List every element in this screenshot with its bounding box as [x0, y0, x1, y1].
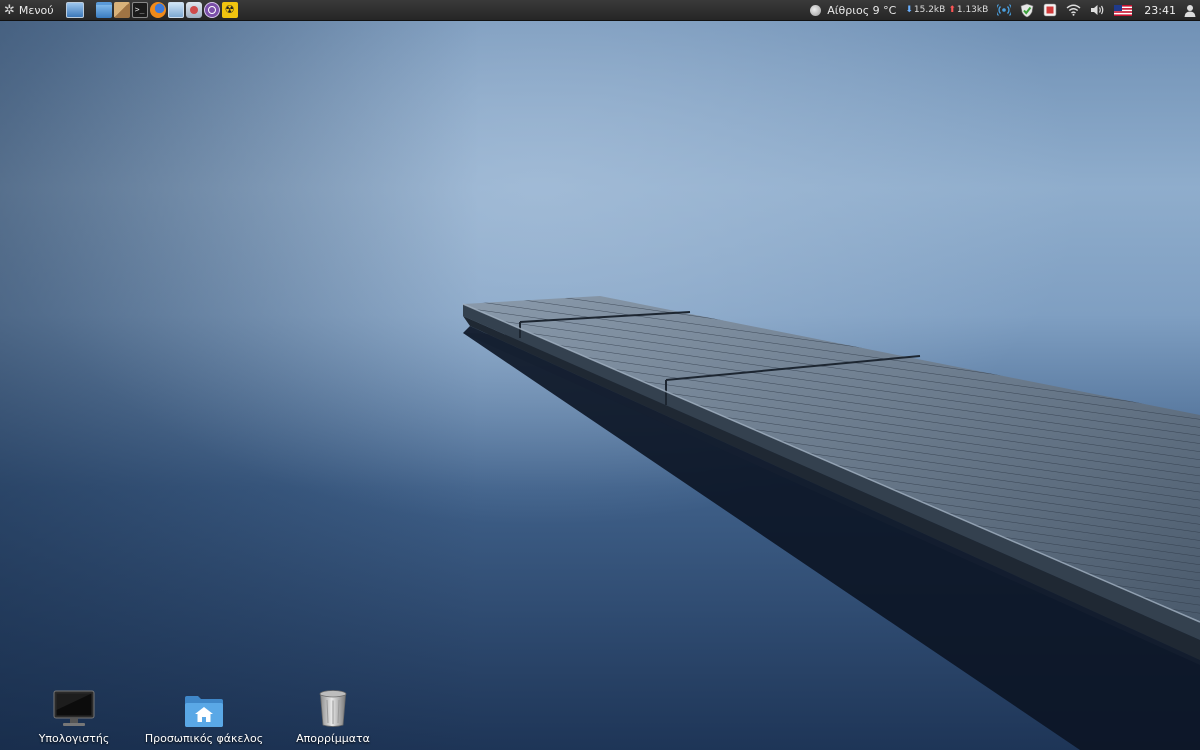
trash-icon: [318, 688, 348, 728]
archive-manager-icon[interactable]: [113, 2, 130, 18]
firefox-icon[interactable]: [149, 2, 166, 18]
update-manager-icon[interactable]: [1043, 0, 1057, 21]
desktop-icon-label: Απορρίμματα: [296, 732, 370, 745]
panel-right-section: Αίθριος 9 °C ⬇ 15.2kB ⬆ 1.13kB 23:41: [801, 0, 1200, 21]
desktop-icon-computer[interactable]: Υπολογιστής: [34, 688, 114, 745]
screenshot-icon[interactable]: [185, 2, 202, 18]
user-icon[interactable]: [1184, 0, 1196, 21]
main-menu-button[interactable]: ✲ Μενού: [0, 0, 60, 21]
file-manager-icon[interactable]: [95, 2, 112, 18]
network-speed-applet[interactable]: ⬇ 15.2kB ⬆ 1.13kB: [905, 0, 988, 21]
net-down-value: 15.2kB: [913, 5, 946, 15]
desktop-icon-trash[interactable]: Απορρίμματα: [293, 688, 373, 745]
launcher-bar: >_ ☢: [65, 2, 240, 18]
shield-icon[interactable]: [1020, 0, 1034, 21]
clock[interactable]: 23:41: [1144, 4, 1176, 17]
desktop-icon-home-folder[interactable]: Προσωπικός φάκελος: [144, 688, 264, 745]
top-panel: ✲ Μενού >_ ☢ Αίθριος 9 °C ⬇ 15.2kB ⬆ 1.1…: [0, 0, 1200, 21]
desktop-icon-label: Προσωπικός φάκελος: [144, 732, 264, 745]
terminal-icon[interactable]: >_: [131, 2, 148, 18]
home-folder-icon: [184, 688, 224, 728]
radiation-app-icon[interactable]: ☢: [221, 2, 238, 18]
moon-icon: [810, 4, 822, 16]
net-up-value: 1.13kB: [956, 5, 989, 15]
wifi-icon[interactable]: [1066, 0, 1081, 21]
download-arrow-icon: ⬇: [905, 5, 913, 15]
computer-icon: [52, 688, 96, 728]
gear-icon: ✲: [4, 2, 15, 18]
desktop-wallpaper: [0, 0, 1200, 750]
panel-left-section: ✲ Μενού >_ ☢: [0, 0, 240, 21]
main-menu-label: Μενού: [18, 3, 54, 17]
viber-icon[interactable]: [203, 2, 220, 18]
weather-text: Αίθριος 9 °C: [827, 3, 897, 17]
show-desktop-icon[interactable]: [65, 2, 84, 18]
keyboard-layout-flag-icon[interactable]: [1114, 0, 1133, 21]
volume-icon[interactable]: [1090, 0, 1105, 21]
wireless-signal-icon[interactable]: [997, 0, 1012, 21]
desktop-icon-label: Υπολογιστής: [38, 732, 110, 745]
weather-applet[interactable]: Αίθριος 9 °C: [810, 0, 896, 21]
text-editor-icon[interactable]: [167, 2, 184, 18]
upload-arrow-icon: ⬆: [948, 5, 956, 15]
